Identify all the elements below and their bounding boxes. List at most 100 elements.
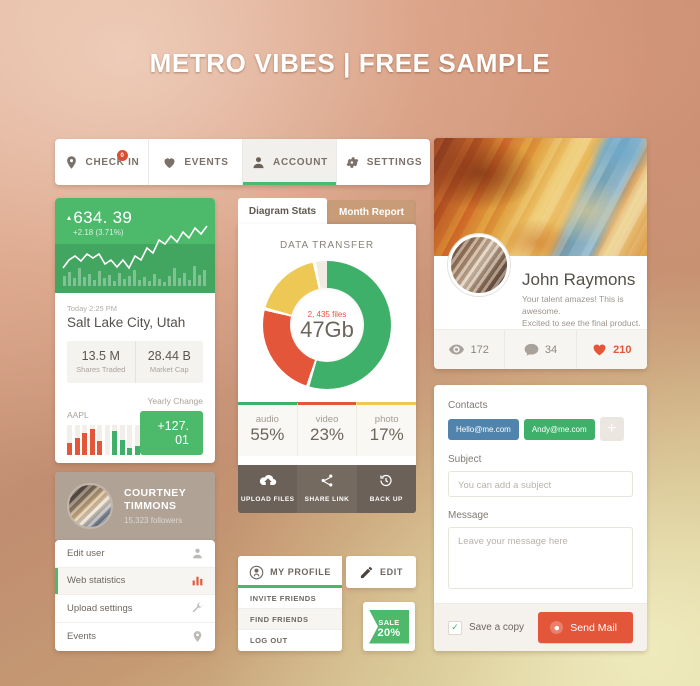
sale-value: 20%	[377, 626, 401, 639]
stock-up-triangle-icon: ▴	[67, 213, 72, 222]
wrench-icon	[192, 602, 203, 613]
dropdown-item-log-out[interactable]: LOG OUT	[238, 630, 342, 651]
subject-label: Subject	[448, 454, 482, 465]
share-icon	[321, 474, 333, 487]
save-copy-row[interactable]: ✓ Save a copy	[448, 620, 525, 635]
comment-line-2: Excited to see the final product.	[522, 318, 641, 328]
aapl-bar	[127, 425, 132, 455]
stock-change: +2.18 (3.71%)	[73, 228, 124, 237]
stock-value-text: 634. 39	[73, 208, 133, 227]
menu-item-upload-settings[interactable]: Upload settings	[55, 595, 215, 623]
stat-value: 28.44 B	[147, 349, 191, 363]
history-clock-icon	[380, 474, 392, 487]
stock-timestamp: Today 2:25 PM	[67, 304, 118, 313]
yearly-change-label: Yearly Change	[147, 396, 203, 406]
tab-diagram-stats[interactable]: Diagram Stats	[238, 198, 327, 224]
profile-name: John Raymons	[522, 270, 636, 289]
stock-stats: 13.5 M Shares Traded 28.44 B Market Cap	[67, 341, 203, 383]
stat-market-cap: 28.44 B Market Cap	[134, 341, 204, 383]
menu-label: Upload settings	[67, 602, 133, 614]
heart-icon	[593, 344, 606, 356]
dropdown-item-invite-friends[interactable]: INVITE FRIENDS	[238, 588, 342, 609]
location-pin-icon	[193, 630, 202, 642]
stat-value: 13.5 M	[81, 349, 120, 363]
comment-line-1: Your talent amazes! This is awesome.	[522, 294, 624, 316]
dropdown-item-find-friends[interactable]: FIND FRIENDS	[238, 609, 342, 630]
eye-icon	[449, 344, 465, 355]
profile-tabs: MY PROFILE EDIT	[238, 556, 416, 588]
stat-label: Market Cap	[149, 365, 189, 374]
courtney-last-name: TIMMONS	[124, 499, 177, 512]
tab-my-profile[interactable]: MY PROFILE	[238, 556, 342, 588]
tab-edit[interactable]: EDIT	[346, 556, 416, 588]
donut-center: 2, 435 files 47Gb	[290, 288, 364, 362]
legend-label: video	[315, 414, 339, 425]
contacts-label: Contacts	[448, 400, 488, 411]
tab-month-report[interactable]: Month Report	[327, 200, 416, 224]
courtney-name: COURTNEY TIMMONS	[124, 487, 186, 512]
data-transfer-card: DATA TRANSFER 2, 435 files 47Gb audio 55…	[238, 224, 416, 465]
nav-item-events[interactable]: EVENTS	[149, 139, 243, 185]
courtney-profile-header: COURTNEY TIMMONS 15,323 followers	[55, 472, 215, 540]
nav-item-settings[interactable]: SETTINGS	[337, 139, 430, 185]
cloud-upload-icon	[259, 475, 276, 485]
aapl-bar	[104, 425, 110, 455]
stock-city: Salt Lake City, Utah	[67, 315, 186, 330]
donut-files-count: 2, 435 files	[307, 310, 347, 319]
tab-label: MY PROFILE	[270, 567, 331, 577]
legend-photo: photo 17%	[356, 402, 416, 456]
aapl-bar	[134, 425, 140, 455]
account-menu: Edit user Web statistics Upload settings…	[55, 540, 215, 651]
save-copy-label: Save a copy	[469, 622, 525, 633]
contact-chip-hello[interactable]: Hello@me.com	[448, 418, 519, 440]
legend-label: audio	[255, 414, 279, 425]
stat-likes[interactable]: 210	[577, 330, 647, 369]
menu-label: Events	[67, 630, 97, 642]
action-label: UPLOAD FILES	[240, 496, 295, 503]
aapl-bar	[82, 425, 87, 455]
nav-label-account: ACCOUNT	[273, 156, 328, 168]
send-mail-button[interactable]: ● Send Mail	[538, 612, 633, 643]
message-textarea[interactable]: Leave your message here	[448, 527, 633, 589]
ticker-label: AAPL	[67, 410, 89, 420]
menu-item-events[interactable]: Events	[55, 623, 215, 651]
tab-label: EDIT	[380, 567, 403, 577]
stat-shares-traded: 13.5 M Shares Traded	[67, 341, 135, 383]
legend-value: 17%	[369, 425, 404, 444]
bar-chart-icon	[192, 576, 203, 586]
stat-views[interactable]: 172	[434, 330, 506, 369]
nav-label-events: EVENTS	[184, 156, 229, 168]
share-link-button[interactable]: SHARE LINK	[297, 465, 357, 513]
check-in-badge: 0	[117, 150, 128, 161]
user-circle-icon	[249, 565, 264, 579]
heart-icon	[164, 157, 175, 168]
subject-input[interactable]: You can add a subject	[448, 471, 633, 497]
stock-card: ▴ 634. 39 +2.18 (3.71%) Today 2:25 PM Sal…	[55, 198, 215, 463]
nav-item-account[interactable]: ACCOUNT	[243, 139, 337, 185]
yearly-change-value: +127. 01	[139, 411, 203, 455]
legend-value: 23%	[309, 425, 345, 444]
stock-value: ▴ 634. 39	[67, 208, 132, 228]
nav-item-check-in[interactable]: CHECK IN 0	[55, 139, 149, 185]
diagram-action-bar: UPLOAD FILES SHARE LINK BACK UP	[238, 465, 416, 513]
upload-files-button[interactable]: UPLOAD FILES	[238, 465, 297, 513]
gear-icon	[346, 156, 359, 168]
likes-count: 210	[613, 343, 632, 356]
menu-item-edit-user[interactable]: Edit user	[55, 540, 215, 568]
user-icon	[253, 156, 264, 168]
save-copy-checkbox[interactable]: ✓	[448, 620, 462, 635]
mail-form-card: Contacts Hello@me.com Andy@me.com + Subj…	[434, 385, 647, 651]
send-mail-label: Send Mail	[570, 621, 617, 634]
courtney-followers: 15,323 followers	[124, 516, 183, 525]
menu-label: Web statistics	[67, 575, 126, 587]
contact-chip-andy[interactable]: Andy@me.com	[523, 418, 595, 440]
courtney-avatar	[67, 483, 113, 529]
add-contact-button[interactable]: +	[599, 417, 624, 441]
menu-item-web-statistics[interactable]: Web statistics	[55, 567, 215, 595]
send-icon: ●	[550, 621, 564, 634]
sale-badge-card[interactable]: SALE 20%	[363, 602, 415, 651]
stat-comments[interactable]: 34	[505, 330, 577, 369]
back-up-button[interactable]: BACK UP	[357, 465, 416, 513]
avatar	[448, 234, 510, 296]
data-transfer-donut-chart: 2, 435 files 47Gb	[263, 261, 391, 389]
